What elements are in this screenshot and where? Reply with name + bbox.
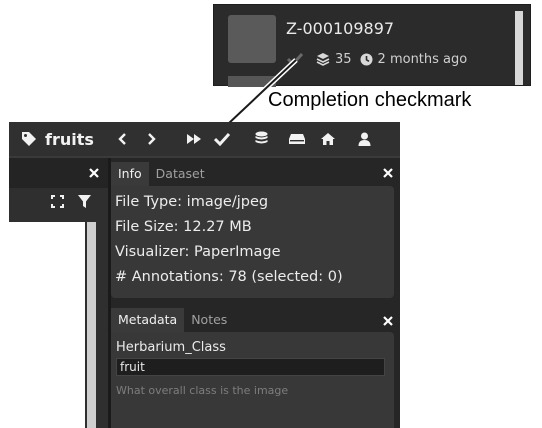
tag-icon <box>21 131 37 147</box>
next-button[interactable] <box>139 122 163 156</box>
complete-button[interactable] <box>210 122 234 156</box>
fast-forward-icon <box>186 133 202 145</box>
scrollbar[interactable] <box>87 222 96 428</box>
field-label: Herbarium_Class <box>116 340 226 355</box>
user-icon <box>358 132 371 146</box>
chevron-right-icon <box>146 133 156 145</box>
home-button[interactable] <box>316 122 340 156</box>
storage-button[interactable] <box>285 122 309 156</box>
skip-forward-button[interactable] <box>182 122 206 156</box>
callout-label: Completion checkmark <box>268 89 472 111</box>
user-button[interactable] <box>352 122 376 156</box>
home-icon <box>320 132 336 146</box>
toolbar: fruits <box>9 122 400 156</box>
close-icon[interactable] <box>381 166 395 180</box>
visualizer: Visualizer: PaperImage <box>115 244 281 260</box>
left-panel <box>9 158 108 428</box>
metadata-panel: Herbarium_Class fruit What overall class… <box>111 332 394 428</box>
tab-dataset[interactable]: Dataset <box>149 162 212 186</box>
prev-button[interactable] <box>111 122 135 156</box>
expand-icon[interactable] <box>51 195 64 208</box>
database-icon <box>255 131 268 147</box>
info-tabs: Info Dataset <box>111 158 212 186</box>
field-help-text: What overall class is the image <box>116 384 289 397</box>
item-list[interactable] <box>9 222 85 428</box>
annotation-count: # Annotations: 78 (selected: 0) <box>115 269 343 285</box>
drive-icon <box>288 133 306 145</box>
checkmark-icon <box>214 132 230 146</box>
tab-info[interactable]: Info <box>111 162 149 186</box>
project-name: fruits <box>45 129 94 149</box>
right-panel: Info Dataset File Type: image/jpeg File … <box>111 158 400 428</box>
dataset-button[interactable] <box>249 122 273 156</box>
tab-notes[interactable]: Notes <box>184 308 234 332</box>
left-panel-body <box>9 188 108 428</box>
file-size: File Size: 12.27 MB <box>115 219 252 235</box>
chevron-left-icon <box>118 133 128 145</box>
metadata-tabs: Metadata Notes <box>111 304 234 332</box>
app-window: fruits Info Dataset File Type: image/jpe… <box>9 122 400 428</box>
filter-icon[interactable] <box>77 194 92 209</box>
close-icon[interactable] <box>381 314 395 328</box>
info-panel: File Type: image/jpeg File Size: 12.27 M… <box>111 186 394 298</box>
tab-metadata[interactable]: Metadata <box>111 308 185 332</box>
file-type: File Type: image/jpeg <box>115 194 269 210</box>
project-name-button[interactable]: fruits <box>21 130 113 149</box>
close-icon[interactable] <box>87 166 101 180</box>
herbarium-class-input[interactable]: fruit <box>116 358 385 376</box>
